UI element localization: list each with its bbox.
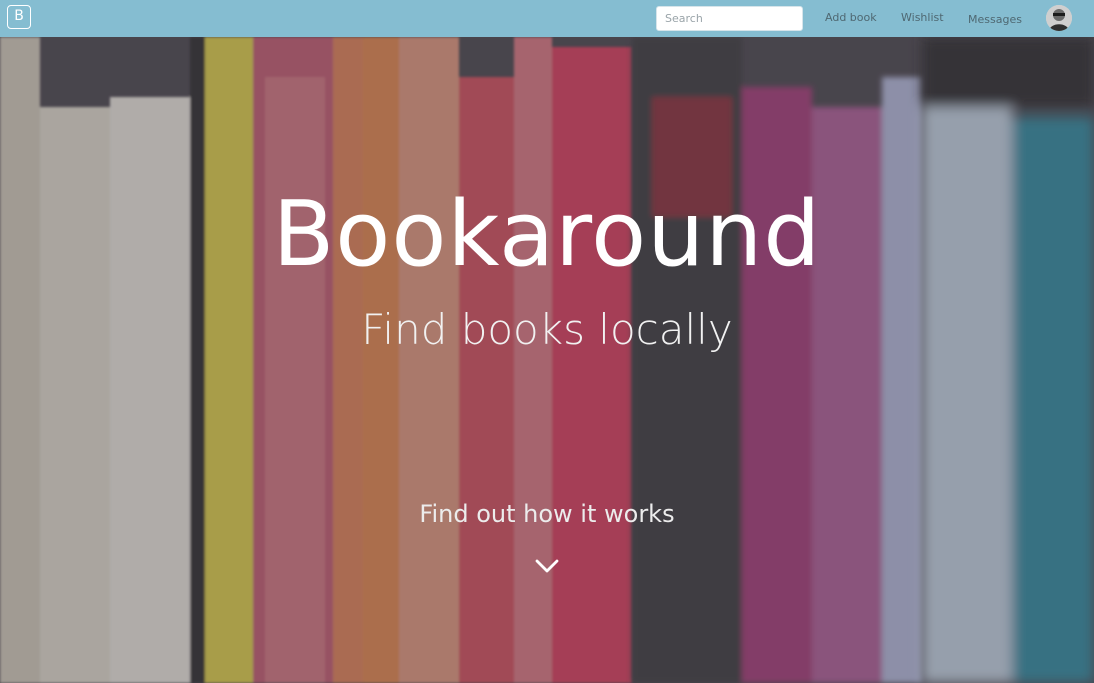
hero-subtitle: Find books locally — [361, 305, 733, 354]
brand-logo[interactable]: B — [7, 5, 31, 29]
how-it-works-link[interactable]: Find out how it works — [0, 496, 1094, 532]
nav-messages-link[interactable]: Messages — [968, 13, 1022, 26]
search-input[interactable] — [656, 6, 803, 31]
chevron-down-icon[interactable] — [533, 556, 561, 576]
hero-overlay — [0, 37, 1094, 683]
nav-wishlist-link[interactable]: Wishlist — [901, 11, 944, 24]
user-avatar[interactable] — [1046, 5, 1072, 31]
nav-add-book-link[interactable]: Add book — [825, 11, 877, 24]
top-navbar: B Add book Wishlist Messages — [0, 0, 1094, 37]
landing-page: B Add book Wishlist Messages Bookaround … — [0, 0, 1094, 683]
user-avatar-icon — [1046, 5, 1072, 31]
hero-title: Bookaround — [272, 182, 822, 287]
